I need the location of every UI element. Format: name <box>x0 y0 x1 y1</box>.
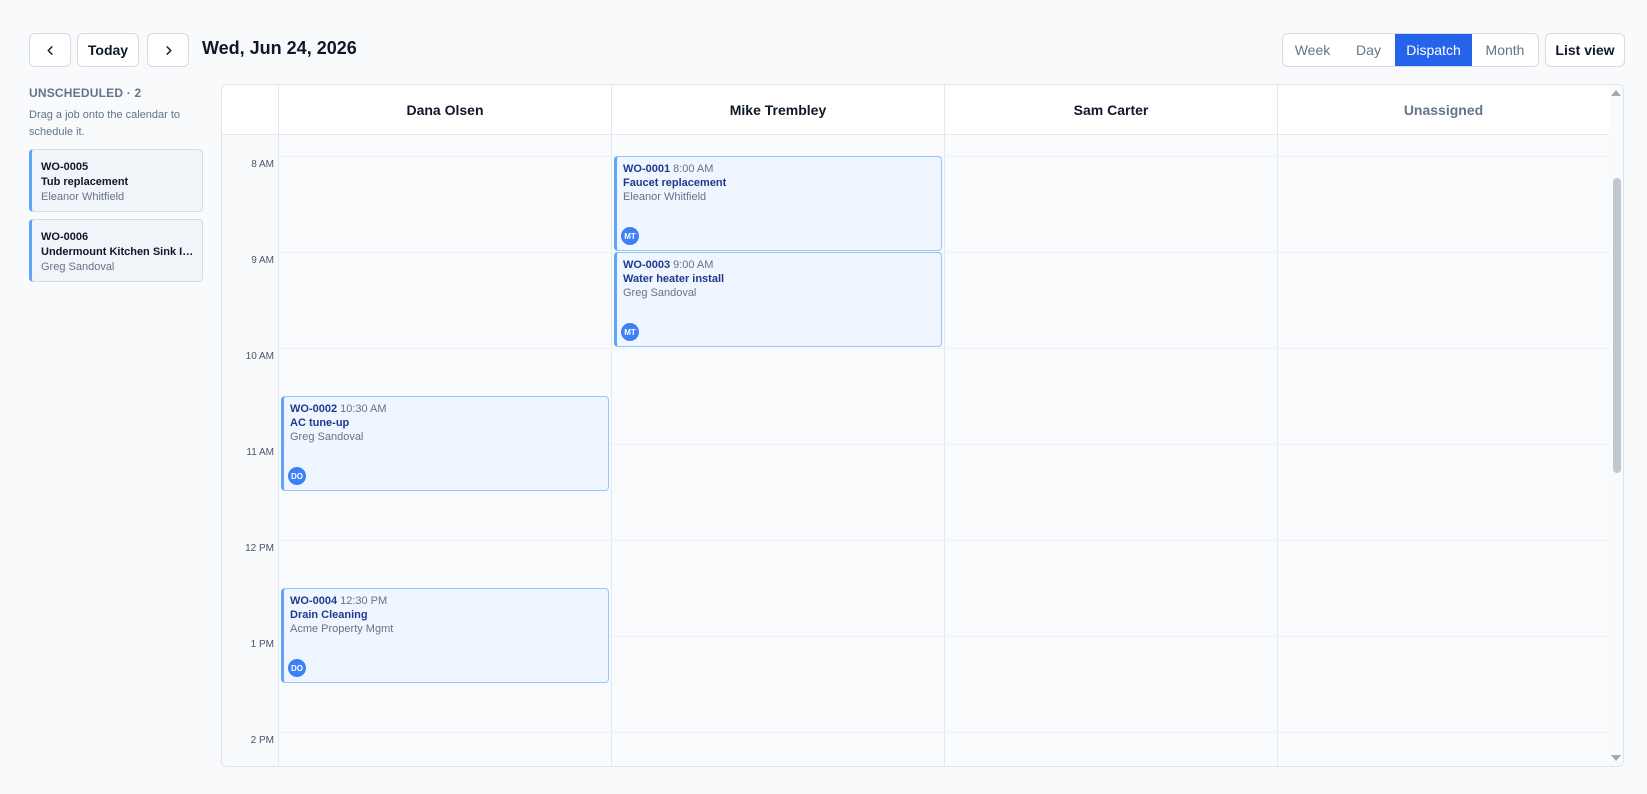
event-client: Acme Property Mgmt <box>290 623 394 635</box>
event-card[interactable]: WO-0001 8:00 AM Faucet replacement Eleano… <box>614 156 942 251</box>
hour-label: 8 AM <box>251 159 274 170</box>
column-header-unassigned: Unassigned <box>1277 85 1609 134</box>
avatar: MT <box>621 323 639 341</box>
unscheduled-heading: UNSCHEDULED · 2 <box>29 86 142 100</box>
tab-day[interactable]: Day <box>1342 34 1395 66</box>
list-view-button[interactable]: List view <box>1545 33 1625 67</box>
job-client: Greg Sandoval <box>41 261 115 273</box>
tab-dispatch[interactable]: Dispatch <box>1395 34 1472 66</box>
event-title: AC tune-up <box>290 417 350 429</box>
dispatch-calendar: Dana Olsen Mike Trembley Sam Carter Unas… <box>221 84 1624 767</box>
column-unassigned[interactable] <box>1277 135 1609 766</box>
event-time: 9:00 AM <box>673 259 714 271</box>
event-title: Faucet replacement <box>623 177 727 189</box>
job-title: Undermount Kitchen Sink Install <box>41 246 194 258</box>
hour-line <box>278 348 1609 349</box>
chevron-right-icon <box>165 45 171 55</box>
job-client: Eleanor Whitfield <box>41 191 125 203</box>
job-id: WO-0005 <box>41 161 89 173</box>
tab-week[interactable]: Week <box>1283 34 1342 66</box>
event-time: 8:00 AM <box>673 163 714 175</box>
event-id: WO-0001 <box>623 163 671 175</box>
hour-line <box>278 732 1609 733</box>
tab-month[interactable]: Month <box>1472 34 1538 66</box>
event-client: Greg Sandoval <box>290 431 364 443</box>
avatar: MT <box>621 227 639 245</box>
event-title: Water heater install <box>623 273 725 285</box>
event-card[interactable]: WO-0003 9:00 AM Water heater install Greg… <box>614 252 942 347</box>
event-client: Greg Sandoval <box>623 287 697 299</box>
event-card[interactable]: WO-0002 10:30 AM AC tune-up Greg Sandoval… <box>281 396 609 491</box>
hour-label: 1 PM <box>250 639 274 650</box>
event-time: 12:30 PM <box>340 595 388 607</box>
event-id: WO-0004 <box>290 595 338 607</box>
event-client: Eleanor Whitfield <box>623 191 707 203</box>
hour-label: 9 AM <box>251 255 274 266</box>
hour-label: 11 AM <box>246 447 274 458</box>
hour-line <box>278 252 1609 253</box>
event-title: Drain Cleaning <box>290 609 368 621</box>
column-header-mike-trembley: Mike Trembley <box>611 85 944 134</box>
hour-line <box>278 156 1609 157</box>
scrollbar-thumb[interactable] <box>1613 178 1621 473</box>
today-button[interactable]: Today <box>77 33 139 67</box>
chevron-left-icon <box>47 45 53 55</box>
view-switcher: Week Day Dispatch Month <box>1282 33 1539 67</box>
job-title: Tub replacement <box>41 176 129 188</box>
column-header-dana-olsen: Dana Olsen <box>278 85 611 134</box>
hour-label: 10 AM <box>245 351 274 362</box>
avatar: DO <box>288 659 306 677</box>
hour-label: 12 PM <box>245 543 274 554</box>
avatar: DO <box>288 467 306 485</box>
event-time: 10:30 AM <box>340 403 387 415</box>
unscheduled-job-card[interactable]: WO-0005 Tub replacement Eleanor Whitfiel… <box>29 149 203 212</box>
scroll-up-arrow-icon[interactable] <box>1611 90 1621 96</box>
current-date-title: Wed, Jun 24, 2026 <box>202 38 357 58</box>
column-sam-carter[interactable] <box>944 135 1277 766</box>
hour-label: 2 PM <box>250 735 274 746</box>
event-id: WO-0002 <box>290 403 338 415</box>
event-card[interactable]: WO-0004 12:30 PM Drain Cleaning Acme Prop… <box>281 588 609 683</box>
next-day-button[interactable] <box>147 33 189 67</box>
unscheduled-job-card[interactable]: WO-0006 Undermount Kitchen Sink Install … <box>29 219 203 282</box>
job-id: WO-0006 <box>41 231 89 243</box>
event-id: WO-0003 <box>623 259 671 271</box>
prev-day-button[interactable] <box>29 33 71 67</box>
column-header-sam-carter: Sam Carter <box>944 85 1277 134</box>
unscheduled-hint: Drag a job onto the calendar to schedule… <box>29 109 181 138</box>
hour-line <box>278 540 1609 541</box>
scroll-down-arrow-icon[interactable] <box>1611 755 1621 761</box>
